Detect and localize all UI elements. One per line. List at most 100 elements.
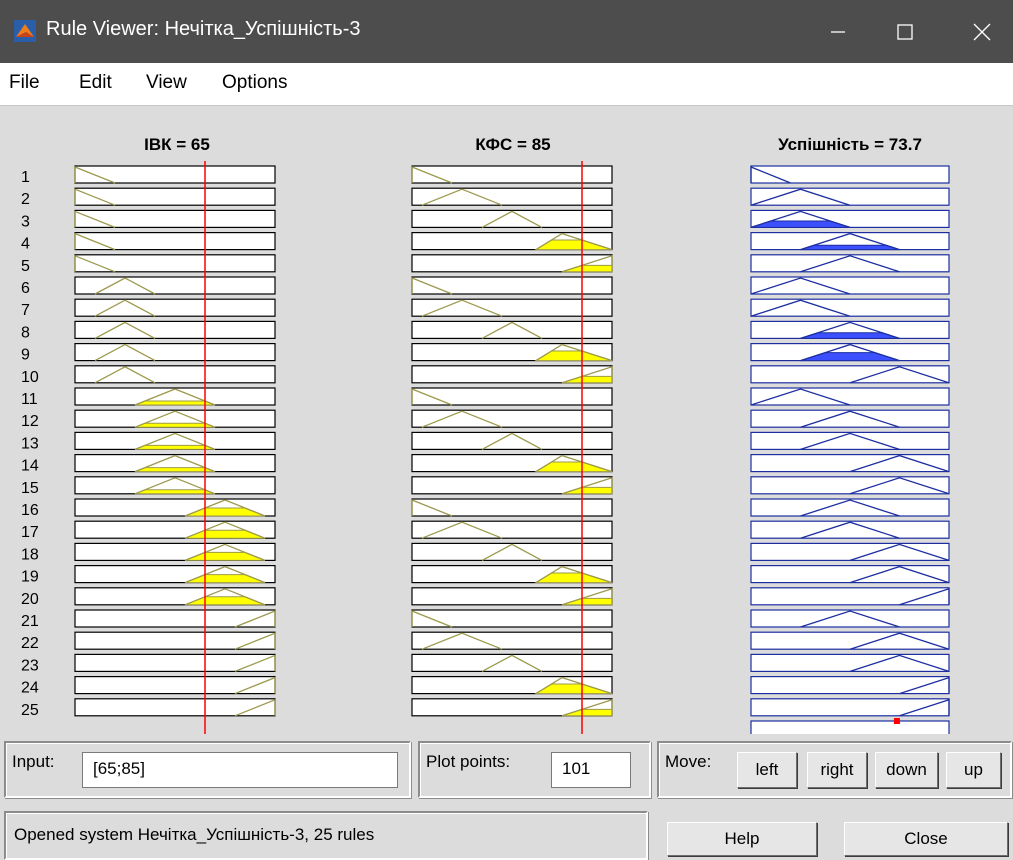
rule-number: 8 [21,324,30,341]
minimize-icon [831,30,845,33]
menu-options[interactable]: Options [222,72,287,94]
input-label: Input: [12,752,55,771]
rule-cell-output [750,609,950,628]
rule-cell-ivk [74,653,276,673]
rule-number: 21 [21,613,39,630]
rule-cell-ivk [74,609,276,628]
rule-number: 18 [21,546,39,563]
rule-row-2[interactable]: 2 [21,187,950,208]
rule-number: 13 [21,435,39,452]
close-window-button[interactable] [951,0,1013,63]
rule-number: 12 [21,413,39,430]
rule-row-15[interactable]: 15 [21,476,950,497]
move-left-button[interactable]: left [737,752,797,788]
rule-cell-ivk [74,365,276,384]
rule-number: 16 [21,502,39,519]
rule-cell-output [750,254,950,273]
rule-row-9[interactable]: 9 [21,343,950,364]
rule-cell-output [750,387,950,406]
rule-cell-output [750,365,950,384]
rule-cell-ivk [74,276,276,295]
status-panel: Opened system Нечітка_Успішність-3, 25 r… [4,811,648,860]
rule-row-20[interactable]: 20 [21,587,950,608]
rule-cell-output [750,165,950,184]
aggregated-output-cell [750,720,950,734]
rule-number: 25 [21,702,39,719]
rule-number: 23 [21,657,39,674]
menu-edit[interactable]: Edit [79,72,112,94]
rule-row-17[interactable]: 17 [21,520,950,541]
rule-row-1[interactable]: 1 [21,165,950,186]
rule-row-12[interactable]: 12 [21,409,950,430]
rules-plot-area: ІВК = 65 КФС = 85 Успішність = 73.71234567… [21,135,950,734]
rule-row-11[interactable]: 11 [21,387,950,408]
rule-cell-output [750,565,950,584]
rule-row-18[interactable]: 18 [21,542,950,563]
rule-number: 19 [21,569,39,586]
move-label: Move: [665,752,712,771]
rule-number: 10 [21,369,39,386]
input-panel: Input: [65;85] [4,741,411,798]
rule-cell-output [750,675,950,695]
close-icon [973,23,991,40]
close-button[interactable]: Close [844,822,1008,856]
rule-row-21[interactable]: 21 [21,609,950,630]
rule-cell-output [750,587,950,606]
rule-cell-ivk [74,675,276,695]
rule-row-24[interactable]: 24 [21,675,950,697]
rule-row-6[interactable]: 6 [21,276,950,297]
rule-cell-output [750,476,950,495]
rule-cell-ivk [74,298,276,317]
rule-row-23[interactable]: 23 [21,653,950,674]
rule-row-4[interactable]: 4 [21,231,950,253]
rule-cell-ivk [74,254,276,273]
rule-number: 22 [21,635,39,652]
move-right-button[interactable]: right [807,752,867,788]
matlab-icon [14,20,36,42]
rule-row-25[interactable]: 25 [21,698,950,719]
help-button[interactable]: Help [667,822,817,856]
title-bar: Rule Viewer: Нечітка_Успішність-3 [0,0,1013,63]
rule-number: 9 [21,347,30,364]
rule-cell-output [750,653,950,673]
menu-file[interactable]: File [9,72,40,94]
rule-row-19[interactable]: 19 [21,565,950,586]
rule-number: 14 [21,458,39,475]
rule-number: 17 [21,524,39,541]
rule-row-14[interactable]: 14 [21,454,950,475]
rule-cell-output [750,631,950,650]
plot-points-field[interactable]: 101 [551,752,631,788]
rule-number: 15 [21,480,39,497]
menu-view[interactable]: View [146,72,187,94]
rule-row-7[interactable]: 7 [21,298,950,319]
rule-row-16[interactable]: 16 [21,498,950,519]
move-panel: Move: left right down up [657,741,1012,798]
maximize-button[interactable] [874,0,936,63]
minimize-button[interactable] [807,0,869,63]
rule-row-3[interactable]: 3 [21,209,950,230]
rule-number: 3 [21,213,30,230]
rule-cell-ivk [74,631,276,650]
output-value-marker [893,718,900,724]
rule-row-8[interactable]: 8 [21,320,950,341]
rule-number: 11 [21,391,38,408]
rule-cell-output [750,298,950,317]
move-up-button[interactable]: up [946,752,1001,788]
rule-cell-output [750,454,950,473]
rule-row-13[interactable]: 13 [21,431,950,452]
rule-cell-ivk [74,187,276,206]
membership-fill [134,489,216,495]
variable-title-output: Успішність = 73.7 [778,135,922,154]
rule-number: 4 [21,236,30,253]
move-down-button[interactable]: down [875,752,938,788]
rule-row-10[interactable]: 10 [21,365,950,386]
input-field[interactable]: [65;85] [82,752,398,788]
rule-row-5[interactable]: 5 [21,254,950,275]
rule-row-22[interactable]: 22 [21,631,950,652]
variable-title-ivk: ІВК = 65 [144,135,210,154]
rule-cell-output [750,187,950,206]
rule-cell-output [750,276,950,295]
rule-number: 20 [21,591,39,608]
membership-fill [134,444,216,450]
rule-cell-ivk [74,320,276,339]
